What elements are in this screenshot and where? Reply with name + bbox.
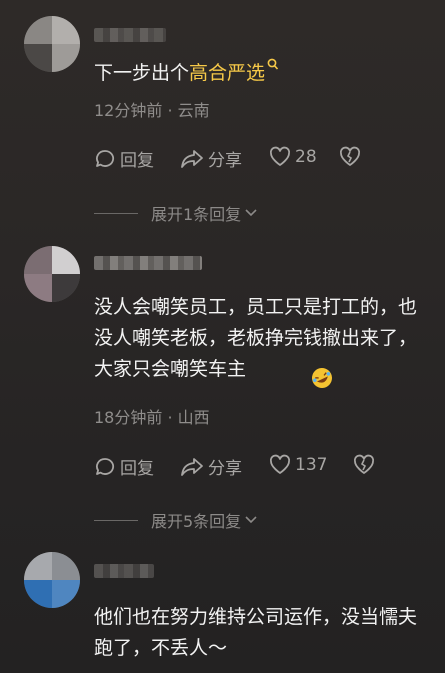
username-blurred[interactable] — [94, 564, 154, 578]
share-button[interactable]: 分享 — [180, 454, 242, 479]
divider-line — [94, 519, 138, 521]
share-arrow-icon — [181, 457, 203, 476]
reply-label: 回复 — [120, 151, 154, 171]
product-link[interactable]: 高合严选 — [189, 62, 265, 84]
avatar[interactable] — [24, 16, 80, 72]
expand-replies[interactable]: 展开5条回复 — [94, 508, 258, 532]
heart-icon — [269, 454, 291, 474]
comment-actions: 回复 分享 137 — [94, 454, 424, 480]
broken-heart-icon — [353, 454, 375, 474]
username-blurred[interactable] — [94, 256, 202, 270]
comment-text-body: 下一步出个 — [94, 62, 190, 84]
share-label: 分享 — [208, 151, 242, 171]
share-label: 分享 — [208, 459, 242, 479]
comment-bubble-icon — [96, 457, 114, 475]
comment-text: 下一步出个高合严选 — [94, 58, 431, 89]
like-count: 28 — [295, 147, 317, 167]
rolling-laugh-emoji-icon — [312, 368, 332, 388]
reply-label: 回复 — [120, 459, 154, 479]
share-button[interactable]: 分享 — [180, 146, 242, 171]
like-button[interactable]: 28 — [269, 146, 317, 168]
expand-replies[interactable]: 展开1条回复 — [94, 201, 258, 225]
comment-text: 他们也在努力维持公司运作，没当懦夫跑了，不丢人～ — [94, 606, 418, 659]
comment-actions: 回复 分享 28 — [94, 146, 424, 172]
heart-icon — [269, 146, 291, 166]
avatar[interactable] — [24, 552, 80, 608]
comment-text: 没人会嘲笑员工，员工只是打工的，也没人嘲笑老板，老板挣完钱撤出来了，大家只会嘲笑… — [94, 296, 418, 380]
expand-replies-label: 展开1条回复 — [151, 205, 242, 224]
broken-heart-icon — [339, 146, 361, 166]
chevron-down-icon — [245, 516, 257, 524]
comment-meta: 12分钟前 · 云南 — [94, 101, 210, 120]
reply-button[interactable]: 回复 — [94, 454, 154, 479]
expand-replies-label: 展开5条回复 — [151, 512, 242, 531]
comment-meta: 18分钟前 · 山西 — [94, 408, 210, 427]
share-arrow-icon — [181, 149, 203, 168]
comment-bubble-icon — [96, 149, 114, 167]
username-blurred[interactable] — [94, 28, 166, 42]
divider-line — [94, 212, 138, 214]
chevron-down-icon — [245, 209, 257, 217]
reply-button[interactable]: 回复 — [94, 146, 154, 171]
search-icon[interactable] — [267, 58, 279, 72]
like-button[interactable]: 137 — [269, 454, 327, 476]
avatar[interactable] — [24, 246, 80, 302]
like-count: 137 — [295, 455, 328, 475]
dislike-button[interactable] — [353, 454, 379, 476]
dislike-button[interactable] — [339, 146, 365, 168]
